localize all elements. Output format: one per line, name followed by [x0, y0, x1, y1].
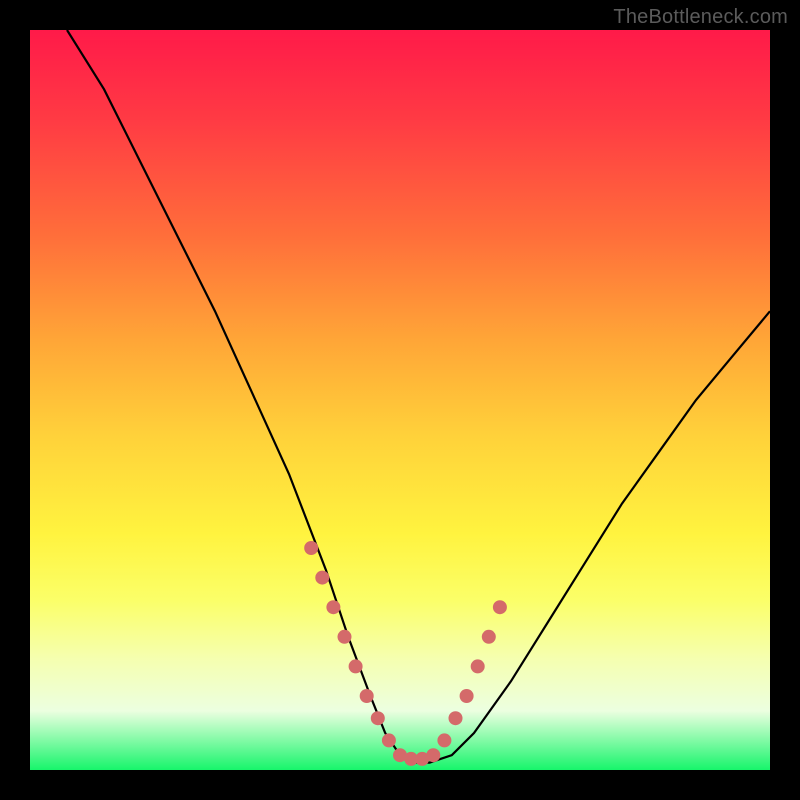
marker-dot: [437, 733, 451, 747]
marker-dot: [471, 659, 485, 673]
marker-dot: [460, 689, 474, 703]
marker-dot: [482, 630, 496, 644]
marker-dot: [382, 733, 396, 747]
marker-dot: [371, 711, 385, 725]
curve-layer: [30, 30, 770, 770]
chart-frame: TheBottleneck.com: [0, 0, 800, 800]
marker-dot: [493, 600, 507, 614]
watermark-text: TheBottleneck.com: [613, 6, 788, 29]
marker-dot: [449, 711, 463, 725]
bottleneck-curve: [67, 30, 770, 763]
plot-area: [30, 30, 770, 770]
highlight-markers: [304, 541, 507, 766]
marker-dot: [349, 659, 363, 673]
marker-dot: [360, 689, 374, 703]
marker-dot: [315, 571, 329, 585]
marker-dot: [326, 600, 340, 614]
marker-dot: [338, 630, 352, 644]
marker-dot: [304, 541, 318, 555]
marker-dot: [426, 748, 440, 762]
